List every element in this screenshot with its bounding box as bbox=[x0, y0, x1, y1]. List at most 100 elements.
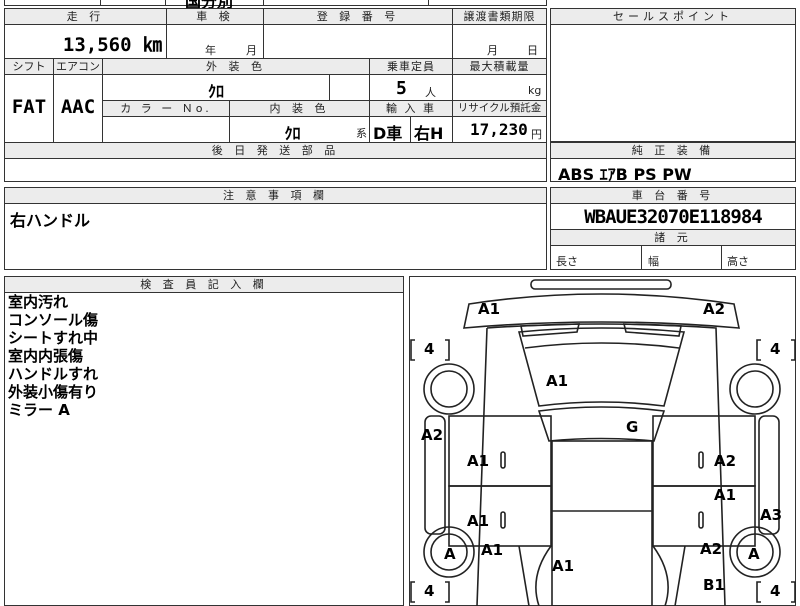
sales-point-header: セールスポイント bbox=[551, 9, 795, 24]
transfer-header: 譲渡書類期限 bbox=[453, 9, 546, 24]
mark-left-fender: A2 bbox=[421, 426, 444, 444]
inspector-line: ミラー A bbox=[8, 401, 70, 419]
recycle-unit: 円 bbox=[531, 128, 542, 141]
inspector-header: 検 査 員 記 入 欄 bbox=[5, 277, 403, 292]
equipment-header: 純 正 装 備 bbox=[551, 143, 795, 158]
mark-front-right: A2 bbox=[703, 300, 726, 318]
grid-line bbox=[4, 203, 547, 204]
ac-header: エアコン bbox=[54, 59, 102, 74]
dim-length: 長さ bbox=[556, 255, 578, 268]
interior-value: ｸﾛ bbox=[284, 124, 301, 143]
handle bbox=[500, 451, 506, 469]
notes-header: 注 意 事 項 欄 bbox=[5, 188, 546, 203]
chassis-value: WBAUE32070E118984 bbox=[584, 206, 762, 228]
inspection-month: 月 bbox=[246, 44, 257, 57]
capacity-unit: 人 bbox=[425, 86, 436, 99]
exterior-value: ｸﾛ bbox=[207, 82, 224, 101]
sales-point-box bbox=[550, 8, 796, 142]
mark-left-front-door: A1 bbox=[467, 452, 490, 470]
top-divider bbox=[165, 0, 166, 6]
grid-line bbox=[721, 245, 722, 270]
handle bbox=[500, 511, 506, 529]
tyre-rear-left: 4 bbox=[424, 582, 435, 600]
mark-right-mirror: A bbox=[748, 545, 760, 563]
hood-crease bbox=[524, 342, 680, 349]
front-right-wheel-inner bbox=[736, 370, 774, 408]
recycle-value: 17,230 bbox=[470, 120, 528, 139]
dim-height: 高さ bbox=[727, 255, 749, 268]
grid-line bbox=[550, 245, 796, 246]
mark-left-mirror: A bbox=[444, 545, 456, 563]
registration-header: 登 録 番 号 bbox=[264, 9, 452, 24]
interior-header: 内 装 色 bbox=[230, 101, 369, 116]
transfer-day: 日 bbox=[527, 44, 538, 57]
grid-line bbox=[329, 74, 330, 100]
left-front-door bbox=[448, 415, 552, 487]
windshield bbox=[537, 406, 666, 442]
ac-value: AAC bbox=[60, 96, 96, 118]
tyre-front-left: 4 bbox=[424, 340, 435, 358]
front-left-wheel-inner bbox=[430, 370, 468, 408]
mileage-value: 13,560 ㎞ bbox=[62, 34, 162, 56]
right-rear-fender bbox=[652, 545, 686, 606]
inspector-line: 室内汚れ bbox=[8, 293, 69, 311]
inspection-header: 車 検 bbox=[167, 9, 263, 24]
inspector-notes: 室内汚れ コンソール傷 シートすれ中 室内内張傷 ハンドルすれ 外装小傷有り ミ… bbox=[8, 293, 98, 419]
top-strip bbox=[4, 0, 547, 6]
grid-line bbox=[4, 158, 547, 159]
car-diagram bbox=[410, 279, 796, 606]
grid-line bbox=[452, 8, 453, 58]
mileage-header: 走 行 bbox=[5, 9, 166, 24]
inspector-line: 外装小傷有り bbox=[8, 383, 99, 401]
mark-left-rear-quarter: A1 bbox=[481, 541, 504, 559]
left-rear-fender bbox=[518, 545, 552, 606]
mark-roof-rear: A1 bbox=[552, 557, 575, 575]
shift-value: FAT bbox=[11, 96, 47, 118]
import-dealer: D車 bbox=[373, 124, 403, 143]
capacity-header: 乗車定員 bbox=[370, 59, 452, 74]
left-rear-door bbox=[448, 485, 552, 547]
grid-line bbox=[4, 24, 547, 25]
tyre-front-right: 4 bbox=[770, 340, 781, 358]
mark-front-left: A1 bbox=[478, 300, 501, 318]
mark-left-rear-door: A1 bbox=[467, 512, 490, 530]
grid-line bbox=[641, 245, 642, 270]
inspector-line: シートすれ中 bbox=[8, 329, 99, 347]
exterior-header: 外 装 色 bbox=[103, 59, 369, 74]
inspector-line: コンソール傷 bbox=[8, 311, 99, 329]
front-outline bbox=[462, 293, 741, 329]
chassis-header: 車 台 番 号 bbox=[551, 188, 795, 203]
grid-line bbox=[550, 158, 796, 159]
grid-line bbox=[410, 116, 411, 142]
grid-line bbox=[102, 116, 547, 117]
handle bbox=[698, 451, 704, 469]
import-header: 輸 入 車 bbox=[370, 101, 452, 116]
top-divider bbox=[263, 0, 264, 6]
inspection-year: 年 bbox=[205, 44, 216, 57]
top-divider bbox=[428, 0, 429, 6]
top-divider bbox=[100, 0, 101, 6]
grid-line bbox=[4, 74, 547, 75]
hood bbox=[517, 327, 686, 407]
grid-line bbox=[166, 8, 167, 58]
mark-right-front-door: A2 bbox=[714, 452, 737, 470]
transfer-month: 月 bbox=[487, 44, 498, 57]
grid-line bbox=[550, 203, 796, 204]
load-header: 最大積載量 bbox=[453, 59, 546, 74]
shift-header: シフト bbox=[5, 59, 53, 74]
import-handle: 右H bbox=[414, 124, 444, 143]
mark-right-mid: A1 bbox=[714, 486, 737, 504]
body-outline bbox=[476, 323, 726, 606]
interior-suffix: 系 bbox=[356, 127, 367, 140]
right-front-door bbox=[652, 415, 756, 487]
inspector-line: ハンドルすれ bbox=[8, 365, 99, 383]
recycle-header: リサイクル預託金 bbox=[453, 101, 546, 116]
equipment-value: ABS ｴｱB PS PW bbox=[558, 165, 692, 184]
grid-line bbox=[263, 8, 264, 58]
front-bumper bbox=[530, 279, 672, 290]
load-unit: kg bbox=[528, 84, 542, 97]
cabin bbox=[551, 440, 653, 606]
dim-width: 幅 bbox=[648, 255, 659, 268]
later-parts-header: 後 日 発 送 部 品 bbox=[5, 143, 546, 158]
inspector-line: 室内内張傷 bbox=[8, 347, 84, 365]
